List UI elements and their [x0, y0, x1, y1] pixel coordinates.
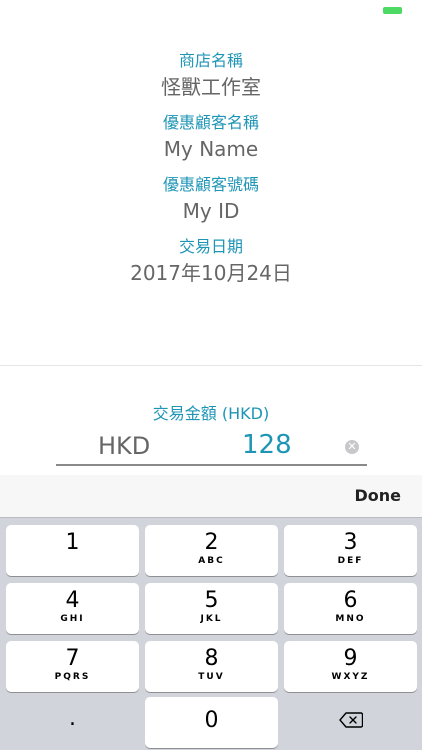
key-5[interactable]: 5 JKL — [145, 583, 278, 634]
key-letters: DEF — [337, 556, 364, 566]
receipt-info: 商店名稱 怪獸工作室 優惠顧客名稱 My Name 優惠顧客號碼 My ID 交… — [0, 50, 422, 298]
key-7[interactable]: 7 PQRS — [6, 641, 139, 692]
numeric-keyboard: Done 1 2 ABC 3 DEF 4 GHI 5 JKL 6 MNO 7 P… — [0, 475, 422, 750]
key-letters: PQRS — [54, 672, 91, 682]
backspace-icon — [284, 697, 417, 733]
date-label: 交易日期 — [178, 237, 243, 256]
key-digit: 3 — [343, 530, 358, 555]
date-value: 2017年10月24日 — [130, 261, 292, 285]
member-name-value: My Name — [163, 137, 259, 161]
member-name-label: 優惠顧客名稱 — [162, 113, 259, 132]
backspace-key[interactable] — [284, 697, 417, 748]
key-3[interactable]: 3 DEF — [284, 525, 417, 576]
clear-icon[interactable]: ✕ — [345, 440, 359, 454]
key-dot[interactable]: . — [6, 697, 139, 748]
key-6[interactable]: 6 MNO — [284, 583, 417, 634]
key-digit: 8 — [204, 646, 219, 671]
member-id-value: My ID — [182, 199, 240, 223]
amount-label: 交易金額 (HKD) — [152, 404, 270, 423]
keyboard-toolbar: Done — [0, 475, 422, 518]
key-digit: . — [69, 706, 76, 731]
key-digit: 2 — [204, 530, 219, 555]
key-digit: 9 — [343, 646, 358, 671]
amount-field[interactable]: HKD 128 ✕ — [56, 428, 367, 466]
key-digit: 0 — [204, 708, 219, 733]
key-digit: 5 — [204, 588, 219, 613]
key-1[interactable]: 1 — [6, 525, 139, 576]
key-2[interactable]: 2 ABC — [145, 525, 278, 576]
amount-input[interactable]: 128 — [242, 430, 292, 460]
section-divider — [0, 365, 422, 366]
store-value: 怪獸工作室 — [161, 75, 261, 99]
key-digit: 4 — [65, 588, 80, 613]
done-button[interactable]: Done — [354, 486, 401, 505]
currency-label: HKD — [98, 432, 151, 460]
key-digit: 7 — [65, 646, 80, 671]
key-8[interactable]: 8 TUV — [145, 641, 278, 692]
store-label: 商店名稱 — [178, 51, 243, 70]
key-0[interactable]: 0 — [145, 697, 278, 748]
key-letters: ABC — [198, 556, 225, 566]
battery-icon — [383, 7, 402, 14]
key-digit: 1 — [65, 530, 80, 555]
key-4[interactable]: 4 GHI — [6, 583, 139, 634]
key-letters: MNO — [335, 614, 366, 624]
key-letters: WXYZ — [331, 672, 370, 682]
key-letters: JKL — [200, 614, 223, 624]
key-letters: GHI — [60, 614, 85, 624]
key-letters: TUV — [198, 672, 225, 682]
member-id-label: 優惠顧客號碼 — [162, 175, 259, 194]
key-9[interactable]: 9 WXYZ — [284, 641, 417, 692]
key-digit: 6 — [343, 588, 358, 613]
